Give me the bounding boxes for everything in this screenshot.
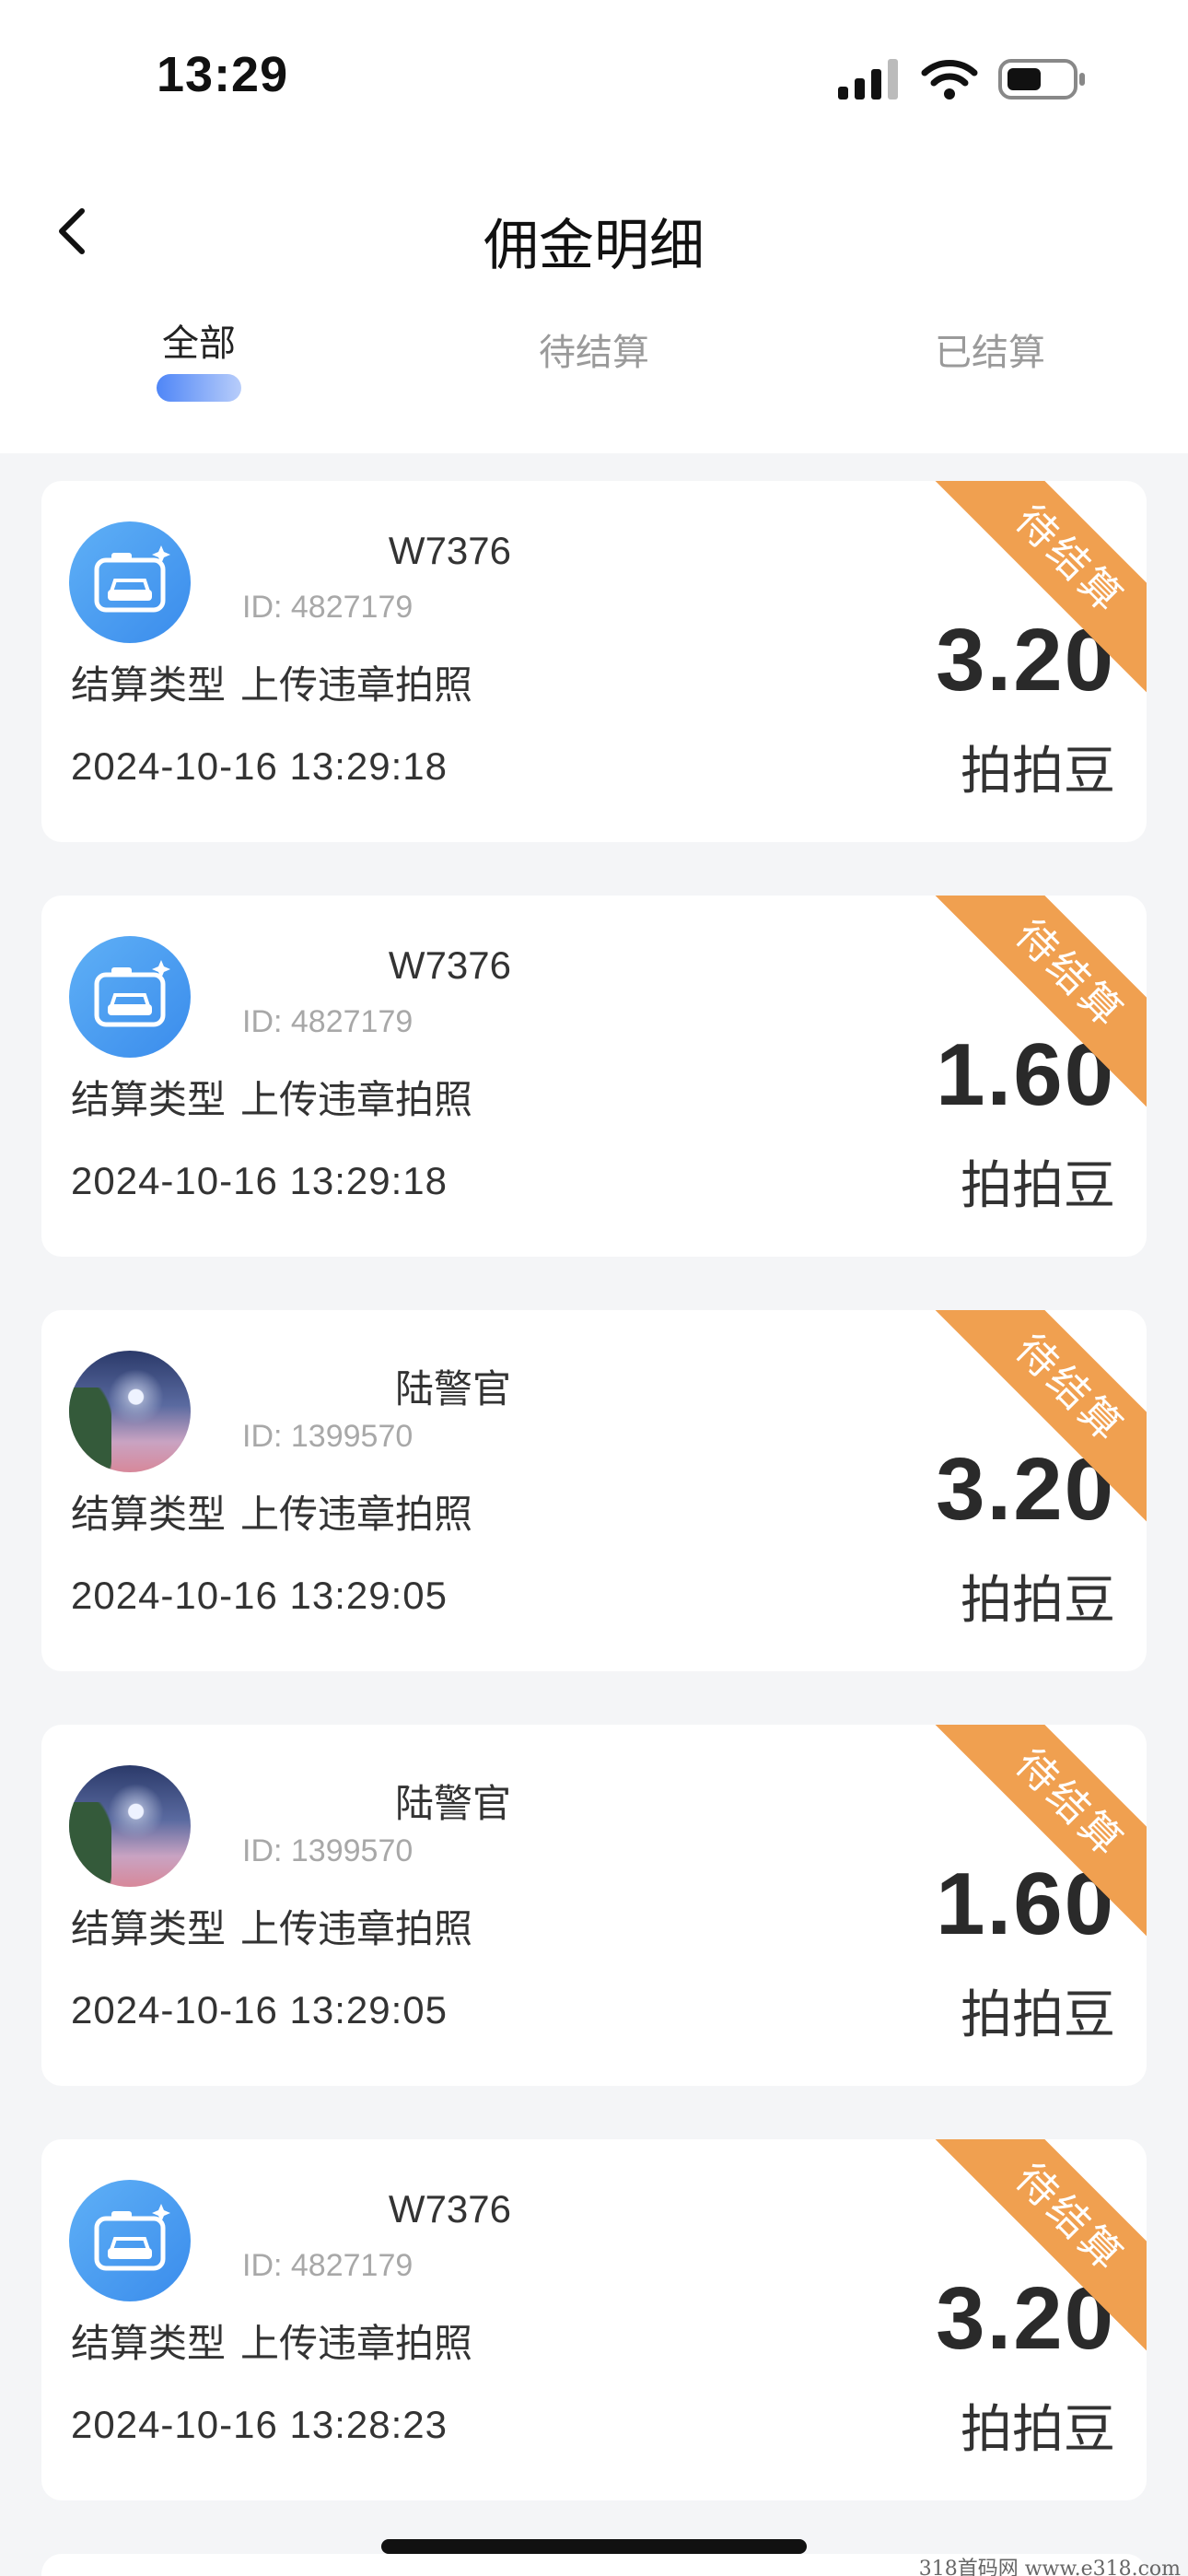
status-bar: 13:29 [0,0,1188,157]
settle-type-label: 结算类型 [71,1078,227,1121]
settle-type-label: 结算类型 [71,2322,227,2365]
wifi-icon [921,60,978,100]
amount-unit: 拍拍豆 [961,2400,1115,2458]
commission-card[interactable]: W7376 ID: 4827179 结算类型 上传违章拍照 2024-10-16 … [41,2139,1147,2500]
tab-active-indicator [157,374,241,402]
settle-type-row: 结算类型 上传违章拍照 [71,1483,472,1540]
settle-type-row: 结算类型 上传违章拍照 [71,2313,472,2369]
timestamp: 2024-10-16 13:29:05 [71,1988,448,2032]
commission-card[interactable]: W7376 ID: 4827179 结算类型 上传违章拍照 2024-10-16 … [41,481,1147,842]
avatar [69,2180,191,2301]
settle-type-value: 上传违章拍照 [240,1078,473,1121]
settle-type-row: 结算类型 上传违章拍照 [71,654,472,710]
amount-unit: 拍拍豆 [961,742,1115,800]
avatar [69,936,191,1058]
amount-unit: 拍拍豆 [961,1156,1115,1214]
user-name: 陆警官 [394,1782,511,1825]
timestamp: 2024-10-16 13:29:18 [71,1159,448,1202]
tab-bar: 全部 待结算 已结算 [0,313,1188,415]
tab-label: 全部 [162,323,236,364]
tab-all[interactable]: 全部 [88,313,309,402]
user-id: ID: 4827179 [242,1004,413,1039]
avatar-photo-tree [69,1802,111,1887]
settle-type-value: 上传违章拍照 [240,1493,473,1536]
timestamp: 2024-10-16 13:28:23 [71,2403,448,2446]
avatar [69,1351,191,1472]
header: 13:29 佣金明细 全部 待结算 已结算 [0,0,1188,453]
settle-type-value: 上传违章拍照 [240,1907,473,1950]
camera-car-icon [94,545,170,613]
avatar-photo-tree [69,1388,111,1472]
page-title: 佣金明细 [483,215,705,276]
timestamp: 2024-10-16 13:29:05 [71,1574,448,1617]
settle-type-row: 结算类型 上传违章拍照 [71,1069,472,1125]
avatar [69,1765,191,1887]
amount-unit: 拍拍豆 [961,1985,1115,2043]
timestamp: 2024-10-16 13:29:18 [71,744,448,788]
user-name: W7376 [388,2187,511,2231]
commission-card[interactable]: 陆警官 ID: 1399570 结算类型 上传违章拍照 2024-10-16 13… [41,1310,1147,1671]
home-indicator [381,2539,807,2554]
settle-type-label: 结算类型 [71,663,227,707]
status-icons [838,57,1087,101]
tab-settled[interactable]: 已结算 [879,322,1101,376]
user-name: W7376 [388,943,511,987]
settle-type-label: 结算类型 [71,1493,227,1536]
tab-pending[interactable]: 待结算 [483,322,705,376]
navigation-bar: 佣金明细 [0,175,1188,286]
signal-icon [838,59,898,100]
camera-car-icon [94,960,170,1027]
settle-type-row: 结算类型 上传违章拍照 [71,1898,472,1954]
tab-label: 待结算 [539,333,649,373]
user-id: ID: 1399570 [242,1419,413,1454]
user-name: W7376 [388,529,511,572]
amount-unit: 拍拍豆 [961,1571,1115,1629]
commission-card[interactable]: 陆警官 ID: 1399570 结算类型 上传违章拍照 2024-10-16 13… [41,1725,1147,2086]
user-name: 陆警官 [394,1367,511,1411]
settle-type-value: 上传违章拍照 [240,663,473,707]
camera-car-icon [94,2204,170,2271]
status-time: 13:29 [157,47,289,102]
settle-type-label: 结算类型 [71,1907,227,1950]
settle-type-value: 上传违章拍照 [240,2322,473,2365]
commission-card[interactable]: W7376 ID: 4827179 结算类型 上传违章拍照 2024-10-16 … [41,896,1147,1257]
avatar [69,521,191,643]
tab-label: 已结算 [935,333,1045,373]
user-id: ID: 1399570 [242,1833,413,1868]
battery-icon [998,59,1085,100]
watermark: 318首码网 www.e318.com [918,2558,1181,2576]
user-id: ID: 4827179 [242,2248,413,2283]
user-id: ID: 4827179 [242,590,413,625]
